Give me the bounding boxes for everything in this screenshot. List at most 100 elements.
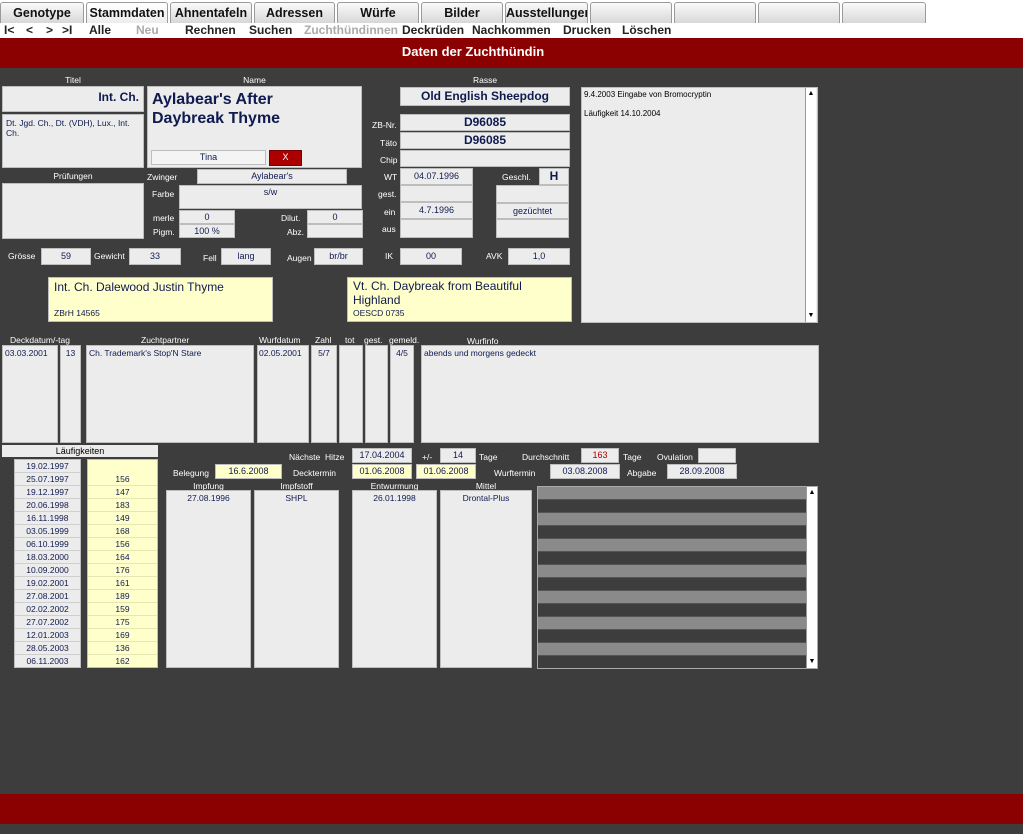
chip-field[interactable] [400,150,570,167]
heat-interval-row[interactable]: 162 [88,655,157,667]
search-button[interactable]: Suchen [249,23,292,37]
zbnr-field[interactable]: D96085 [400,114,570,131]
grid-row[interactable] [538,552,806,565]
pruefungen-field[interactable] [2,183,144,239]
print-button[interactable]: Drucken [563,23,611,37]
mittel-field[interactable]: Drontal-Plus [440,490,532,668]
abz-field[interactable] [307,224,363,238]
grid-row[interactable] [538,539,806,552]
geschl-field[interactable]: H [539,168,569,185]
fell-field[interactable]: lang [221,248,271,265]
grid-row[interactable] [538,630,806,643]
ovulation-field[interactable] [698,448,736,463]
heat-interval-row[interactable]: 169 [88,629,157,642]
grid-row[interactable] [538,604,806,617]
litter-zahl-cell[interactable]: 5/7 [311,345,337,443]
grid-row[interactable] [538,565,806,578]
heat-interval-row[interactable]: 168 [88,525,157,538]
heat-date-row[interactable]: 03.05.1999 [15,525,80,538]
grid-row[interactable] [538,578,806,591]
titel-field[interactable]: Int. Ch. [2,86,144,112]
litter-info-cell[interactable]: abends und morgens gedeckt [421,345,819,443]
next-record-button[interactable]: > [46,23,53,37]
tab-empty-9[interactable] [758,2,840,24]
heat-date-row[interactable]: 20.06.1998 [15,499,80,512]
heat-interval-row[interactable]: 189 [88,590,157,603]
durchschnitt-field[interactable]: 163 [581,448,619,463]
augen-field[interactable]: br/br [314,248,363,265]
heat-date-row[interactable]: 02.02.2002 [15,603,80,616]
litter-wurfdatum-cell[interactable]: 02.05.2001 [257,345,309,443]
litter-tot-cell[interactable] [339,345,363,443]
breeding-bitches-button[interactable]: Zuchthündinnen [304,23,398,37]
grid-row[interactable] [538,526,806,539]
tab-empty-10[interactable] [842,2,926,24]
gewicht-field[interactable]: 33 [129,248,181,265]
heat-interval-row[interactable]: 161 [88,577,157,590]
tab-stammdaten[interactable]: Stammdaten [86,2,168,24]
litter-tag-cell[interactable]: 13 [60,345,81,443]
first-record-button[interactable]: I< [4,23,14,37]
scroll-up-icon[interactable]: ▲ [807,488,817,498]
impfstoff-field[interactable]: SHPL [254,490,339,668]
heat-interval-row[interactable]: 175 [88,616,157,629]
heat-date-row[interactable]: 06.11.2003 [15,655,80,667]
grid-row[interactable] [538,500,806,513]
ein-field[interactable]: 4.7.1996 [400,202,473,219]
status-field[interactable]: gezüchtet [496,203,569,219]
litter-partner-cell[interactable]: Ch. Trademark's Stop'N Stare [86,345,254,443]
entwurmung-field[interactable]: 26.01.1998 [352,490,437,668]
heat-interval-row[interactable]: 159 [88,603,157,616]
litter-gest-cell[interactable] [365,345,388,443]
avk-field[interactable]: 1,0 [508,248,570,265]
heat-interval-row[interactable]: 136 [88,642,157,655]
farbe-field[interactable]: s/w [179,185,362,209]
rasse-field[interactable]: Old English Sheepdog [400,87,570,106]
hitze-field[interactable]: 17.04.2004 [352,448,412,463]
heat-date-row[interactable]: 27.07.2002 [15,616,80,629]
gest-field[interactable] [400,185,473,202]
callname-field[interactable]: Tina [151,150,266,165]
grid-row[interactable] [538,656,806,668]
aus-field[interactable] [400,219,473,238]
notes-field[interactable]: 9.4.2003 Eingabe von Bromocryptin Läufig… [581,87,818,323]
heat-date-row[interactable]: 16.11.1998 [15,512,80,525]
stud-dogs-button[interactable]: Deckrüden [402,23,464,37]
tab-adressen[interactable]: Adressen [254,2,335,24]
prev-record-button[interactable]: < [26,23,33,37]
plusminus-field[interactable]: 14 [440,448,476,463]
status-blank-field[interactable] [496,185,569,203]
decktermin-field-2[interactable]: 01.06.2008 [416,464,476,479]
event-grid[interactable] [537,486,818,669]
heat-date-row[interactable]: 12.01.2003 [15,629,80,642]
taeto-field[interactable]: D96085 [400,132,570,149]
grid-scrollbar[interactable]: ▲ ▼ [806,487,817,668]
scroll-down-icon[interactable]: ▼ [806,311,816,321]
tab-ausstellungen[interactable]: Ausstellungen [505,2,588,24]
grid-row[interactable] [538,617,806,630]
heat-interval-row[interactable]: 147 [88,486,157,499]
status-blank-field-2[interactable] [496,219,569,238]
heat-date-row[interactable]: 28.05.2003 [15,642,80,655]
tab-ahnentafeln[interactable]: Ahnentafeln [170,2,252,24]
grid-row[interactable] [538,487,806,500]
offspring-button[interactable]: Nachkommen [472,23,551,37]
litter-gemeld-cell[interactable]: 4/5 [390,345,414,443]
tab-empty-7[interactable] [590,2,672,24]
wt-field[interactable]: 04.07.1996 [400,168,473,185]
heat-interval-row[interactable]: 183 [88,499,157,512]
grid-row[interactable] [538,643,806,656]
impfung-field[interactable]: 27.08.1996 [166,490,251,668]
abgabe-field[interactable]: 28.09.2008 [667,464,737,479]
heat-interval-row[interactable]: 149 [88,512,157,525]
new-button[interactable]: Neu [136,23,159,37]
tab-bilder[interactable]: Bilder [421,2,503,24]
heat-date-row[interactable]: 19.02.1997 [15,460,80,473]
heat-date-row[interactable]: 10.09.2000 [15,564,80,577]
belegung-field[interactable]: 16.6.2008 [215,464,282,479]
heat-date-row[interactable]: 27.08.2001 [15,590,80,603]
merle-field[interactable]: 0 [179,210,235,224]
heat-intervals-list[interactable]: 156 147 183 149 168 156 164 176 161 189 159 175 169 1… [87,459,158,668]
clear-name-button[interactable]: X [269,150,302,166]
scroll-down-icon[interactable]: ▼ [807,657,817,667]
